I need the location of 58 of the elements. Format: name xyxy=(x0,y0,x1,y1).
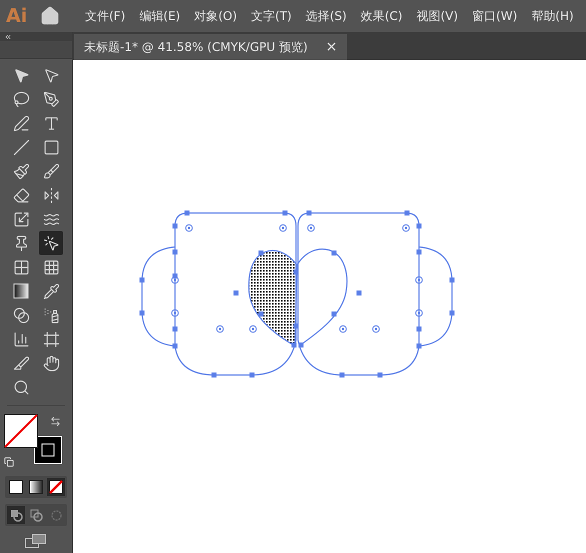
spray-can-icon xyxy=(42,306,60,324)
panel-grip[interactable] xyxy=(0,41,72,59)
overlapping-circles-icon xyxy=(30,508,42,522)
hand-icon xyxy=(42,354,60,372)
type-icon xyxy=(42,114,60,132)
search-icon xyxy=(12,378,30,396)
stroke-swatch[interactable] xyxy=(34,436,62,464)
rectangle-icon xyxy=(42,138,60,156)
tool-button[interactable] xyxy=(39,231,63,255)
paintbrush-icon xyxy=(12,162,30,180)
blend-circles-icon xyxy=(12,306,30,324)
eyedropper-icon xyxy=(42,282,60,300)
document-tab[interactable]: 未标题-1* @ 41.58% (CMYK/GPU 预览) × xyxy=(74,34,348,60)
scale-icon xyxy=(12,210,30,228)
draw-mode-button[interactable] xyxy=(7,506,25,524)
menu-item[interactable]: 选择(S) xyxy=(298,8,354,24)
menu-item[interactable]: 窗口(W) xyxy=(465,8,524,24)
app-logo: Ai xyxy=(6,5,28,27)
menu-item[interactable]: 帮助(H) xyxy=(524,8,581,24)
gradient-swatch-icon xyxy=(29,480,43,494)
pen-line-icon xyxy=(12,114,30,132)
document-title: 未标题-1* @ 41.58% (CMYK/GPU 预览) xyxy=(84,38,308,56)
dotted-circle-icon xyxy=(50,508,62,522)
color-mode-button[interactable] xyxy=(7,478,25,496)
fill-swatch[interactable] xyxy=(4,414,38,448)
menu-item[interactable]: 编辑(E) xyxy=(132,8,188,24)
default-colors-icon[interactable] xyxy=(4,457,14,467)
eraser-icon xyxy=(12,186,30,204)
menu-item[interactable]: 对象(O) xyxy=(187,8,244,24)
solid-color-icon xyxy=(9,480,23,494)
hollow-pointer-icon xyxy=(42,66,60,84)
artboard-icon xyxy=(42,330,60,348)
screen-mode-icon[interactable] xyxy=(25,534,47,548)
brush-icon xyxy=(42,162,60,180)
close-button[interactable]: × xyxy=(326,39,338,55)
menu-item[interactable]: 视图(V) xyxy=(409,8,466,24)
grid-icon xyxy=(12,258,30,276)
reflect-icon xyxy=(42,186,60,204)
bar-chart-icon xyxy=(12,330,30,348)
swap-arrows-icon[interactable] xyxy=(50,416,61,427)
home-button[interactable] xyxy=(40,6,60,26)
menu-item[interactable]: 文字(T) xyxy=(244,8,299,24)
line-icon xyxy=(12,138,30,156)
no-color-icon xyxy=(49,480,63,494)
lasso-icon xyxy=(12,90,30,108)
overlapping-circles-icon xyxy=(10,508,22,522)
menu-item[interactable]: 效果(C) xyxy=(354,8,410,24)
menu-item[interactable]: 文件(F) xyxy=(78,8,132,24)
knife-icon xyxy=(12,354,30,372)
mesh-grid-icon xyxy=(42,258,60,276)
pen-nib-icon xyxy=(42,90,60,108)
home-icon xyxy=(40,6,60,26)
pointer-click-icon xyxy=(42,234,60,252)
color-mode-button[interactable] xyxy=(47,478,65,496)
arrow-pointer-icon xyxy=(12,66,30,84)
gradient-square-icon xyxy=(13,283,29,299)
color-mode-button[interactable] xyxy=(27,478,45,496)
collapse-icon[interactable] xyxy=(4,32,12,40)
